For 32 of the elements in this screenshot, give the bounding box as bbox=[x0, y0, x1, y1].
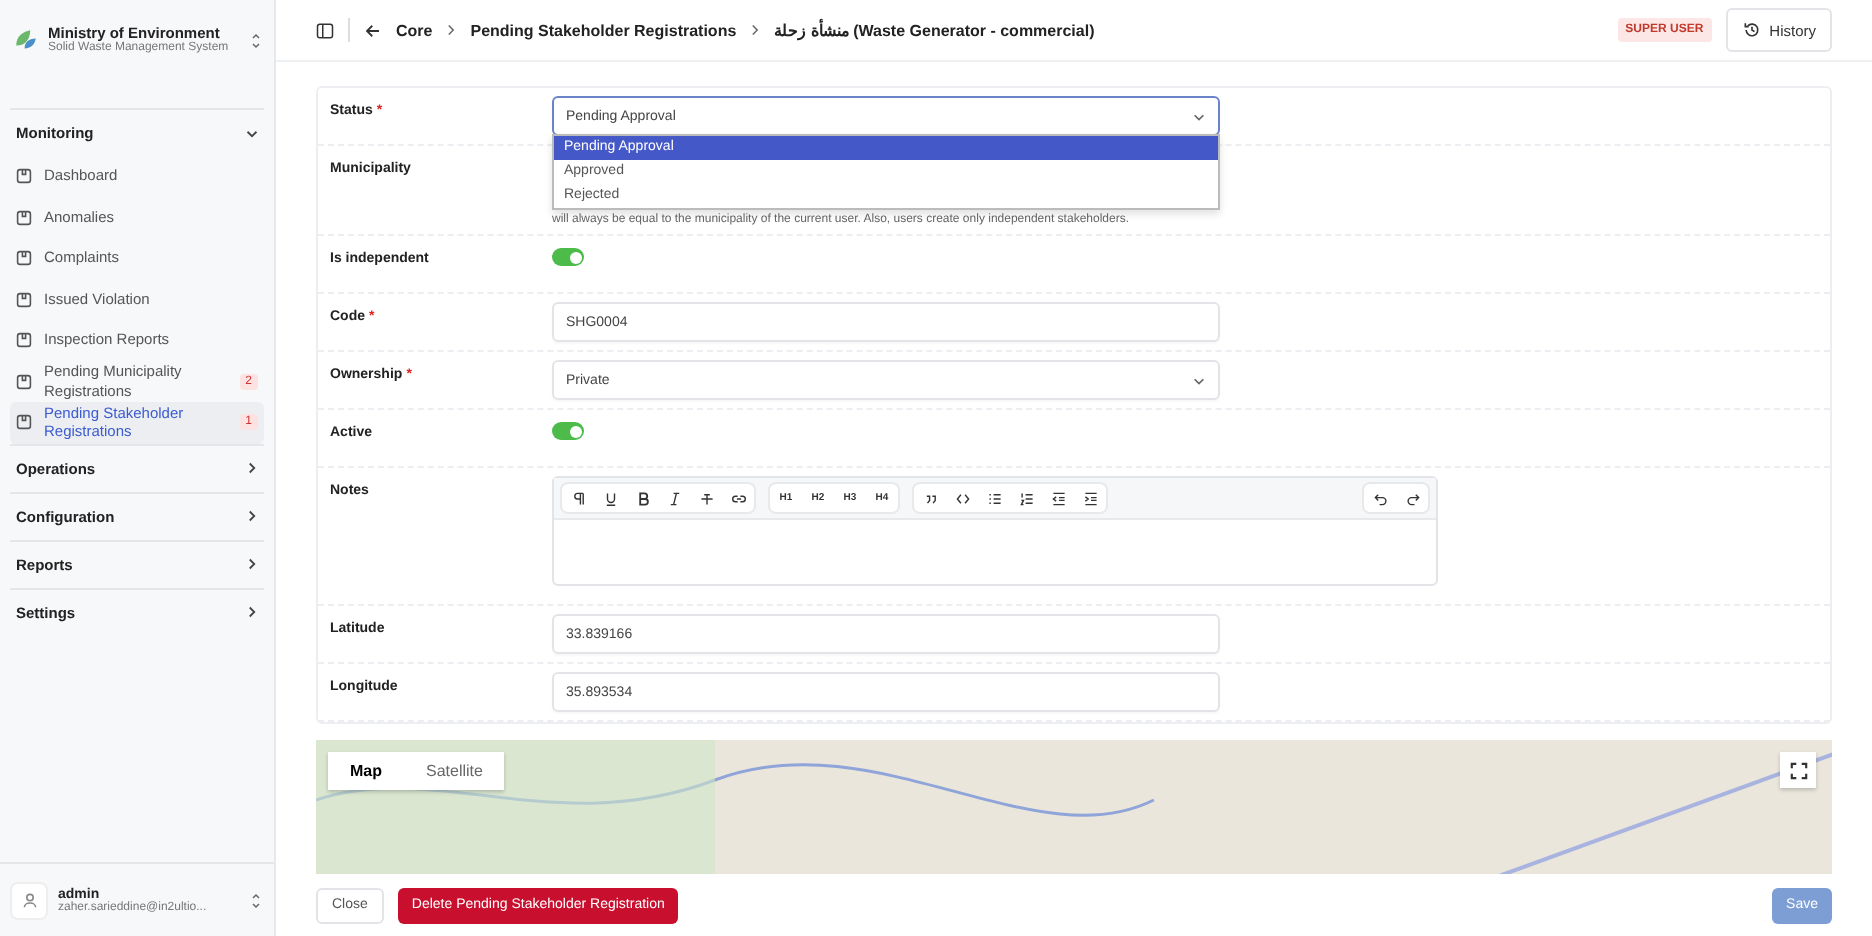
person-icon bbox=[21, 892, 37, 908]
chevron-right-icon bbox=[246, 558, 258, 570]
document-icon bbox=[16, 414, 32, 431]
chevron-right-icon bbox=[246, 462, 258, 474]
sidebar-toggle-icon[interactable] bbox=[316, 21, 334, 39]
chevron-right-icon bbox=[446, 24, 457, 36]
chevron-down-icon bbox=[1192, 109, 1206, 123]
chevron-down-icon bbox=[1192, 373, 1206, 387]
breadcrumb-item[interactable]: Pending Stakeholder Registrations bbox=[470, 21, 737, 39]
history-icon bbox=[1741, 20, 1762, 40]
document-icon bbox=[16, 209, 32, 226]
breadcrumb-item: منشأة زحلة (Waste Generator - commercial) bbox=[774, 21, 1095, 39]
chevron-right-icon bbox=[246, 510, 258, 522]
chevron-down-icon bbox=[246, 127, 258, 139]
chevron-right-icon bbox=[750, 24, 761, 36]
map-type-tab[interactable]: Map bbox=[328, 752, 404, 790]
document-icon bbox=[16, 250, 32, 267]
document-icon bbox=[16, 373, 32, 390]
breadcrumb-item[interactable]: Core bbox=[396, 21, 433, 39]
back-arrow-icon[interactable] bbox=[364, 21, 382, 39]
toggle-switch[interactable] bbox=[552, 248, 584, 266]
map-type-tab[interactable]: Satellite bbox=[404, 752, 505, 790]
chevron-updown-icon[interactable] bbox=[250, 891, 262, 909]
chevron-right-icon bbox=[246, 606, 258, 618]
map-placeholder[interactable]: Map Satellite bbox=[316, 740, 1832, 874]
document-icon bbox=[16, 332, 32, 349]
fullscreen-icon[interactable] bbox=[1780, 752, 1816, 788]
document-icon bbox=[16, 168, 32, 185]
chevron-updown-icon[interactable] bbox=[250, 31, 262, 49]
toggle-switch[interactable] bbox=[552, 422, 584, 440]
leaf-logo-icon bbox=[12, 26, 40, 54]
document-icon bbox=[16, 291, 32, 308]
